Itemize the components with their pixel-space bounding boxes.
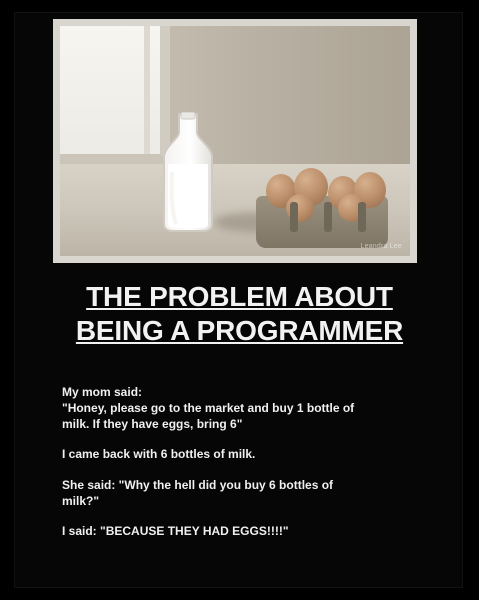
title-line-2: BEING A PROGRAMMER xyxy=(75,315,404,346)
paragraph-i-said: I said: "BECAUSE THEY HAD EGGS!!!!" xyxy=(62,523,434,539)
text-line: She said: "Why the hell did you buy 6 bo… xyxy=(62,478,334,492)
carton-divider-shape xyxy=(290,202,298,232)
text-line: I came back with 6 bottles of milk. xyxy=(62,447,256,461)
carton-divider-shape xyxy=(358,202,366,232)
title-line-1: THE PROBLEM ABOUT xyxy=(86,281,393,312)
text-line: I said: "BECAUSE THEY HAD EGGS!!!!" xyxy=(62,524,289,538)
carton-divider-shape xyxy=(324,202,332,232)
photo-frame: Leandra Lee xyxy=(53,19,417,263)
text-line: milk?" xyxy=(62,494,100,508)
paragraph-mom-said: My mom said: "Honey, please go to the ma… xyxy=(62,384,434,432)
poster-title: THE PROBLEM ABOUT BEING A PROGRAMMER xyxy=(0,280,479,348)
text-line: milk. If they have eggs, bring 6" xyxy=(62,417,243,431)
milk-and-eggs-photo: Leandra Lee xyxy=(60,26,410,256)
milk-bottle-icon xyxy=(163,112,213,232)
text-line: My mom said: xyxy=(62,385,143,399)
paragraph-she-said: She said: "Why the hell did you buy 6 bo… xyxy=(62,477,434,509)
photo-watermark: Leandra Lee xyxy=(360,243,402,250)
paragraph-came-back: I came back with 6 bottles of milk. xyxy=(62,446,434,462)
story-text: My mom said: "Honey, please go to the ma… xyxy=(62,384,434,553)
text-line: "Honey, please go to the market and buy … xyxy=(62,401,355,415)
